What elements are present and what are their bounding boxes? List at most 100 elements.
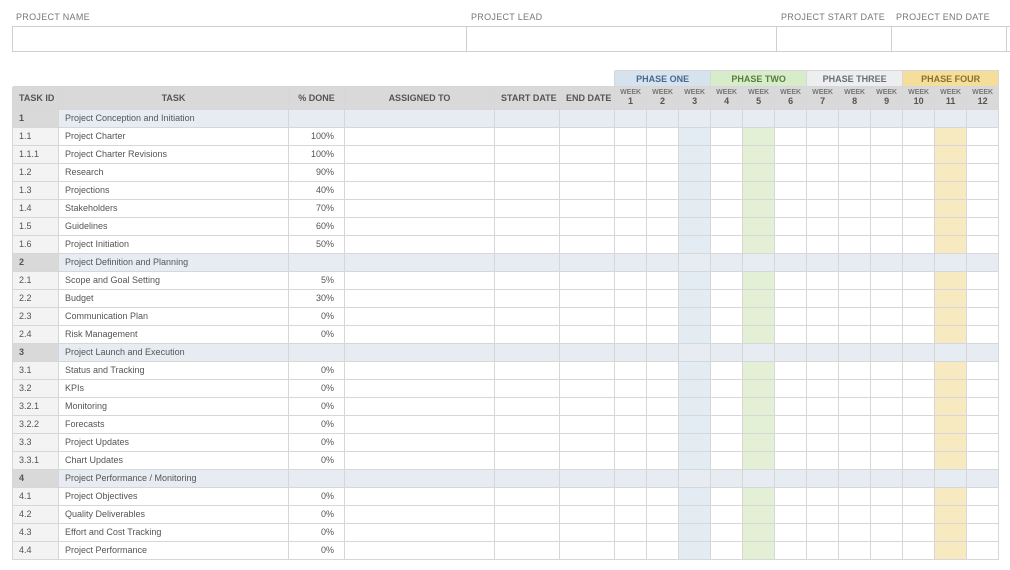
cell-assigned-to[interactable] xyxy=(345,163,495,181)
cell-week-10[interactable] xyxy=(903,541,935,559)
cell-week-8[interactable] xyxy=(839,451,871,469)
cell-task-id[interactable]: 4.2 xyxy=(13,505,59,523)
cell-week-7[interactable] xyxy=(807,199,839,217)
cell-week-1[interactable] xyxy=(615,181,647,199)
cell-task-name[interactable]: KPIs xyxy=(59,379,289,397)
cell-week-12[interactable] xyxy=(967,505,999,523)
cell-task-id[interactable]: 3.3.1 xyxy=(13,451,59,469)
cell-week-1[interactable] xyxy=(615,109,647,127)
cell-week-4[interactable] xyxy=(711,343,743,361)
cell-week-8[interactable] xyxy=(839,469,871,487)
cell-pct-done[interactable]: 100% xyxy=(289,127,345,145)
cell-week-3[interactable] xyxy=(679,361,711,379)
cell-week-10[interactable] xyxy=(903,433,935,451)
cell-week-11[interactable] xyxy=(935,487,967,505)
cell-assigned-to[interactable] xyxy=(345,397,495,415)
cell-week-5[interactable] xyxy=(743,505,775,523)
cell-week-7[interactable] xyxy=(807,235,839,253)
cell-week-3[interactable] xyxy=(679,505,711,523)
cell-start-date[interactable] xyxy=(495,361,560,379)
cell-week-9[interactable] xyxy=(871,523,903,541)
cell-week-9[interactable] xyxy=(871,505,903,523)
cell-week-7[interactable] xyxy=(807,289,839,307)
cell-task-name[interactable]: Project Charter xyxy=(59,127,289,145)
cell-week-10[interactable] xyxy=(903,307,935,325)
cell-end-date[interactable] xyxy=(560,199,615,217)
cell-start-date[interactable] xyxy=(495,127,560,145)
cell-assigned-to[interactable] xyxy=(345,487,495,505)
cell-week-7[interactable] xyxy=(807,451,839,469)
cell-end-date[interactable] xyxy=(560,253,615,271)
cell-week-3[interactable] xyxy=(679,379,711,397)
cell-week-4[interactable] xyxy=(711,541,743,559)
cell-end-date[interactable] xyxy=(560,451,615,469)
cell-task-id[interactable]: 1.5 xyxy=(13,217,59,235)
cell-task-name[interactable]: Status and Tracking xyxy=(59,361,289,379)
cell-week-2[interactable] xyxy=(647,235,679,253)
cell-task-name[interactable]: Quality Deliverables xyxy=(59,505,289,523)
cell-task-id[interactable]: 4.4 xyxy=(13,541,59,559)
cell-week-2[interactable] xyxy=(647,487,679,505)
cell-week-8[interactable] xyxy=(839,235,871,253)
cell-week-9[interactable] xyxy=(871,145,903,163)
cell-week-11[interactable] xyxy=(935,361,967,379)
cell-week-6[interactable] xyxy=(775,253,807,271)
cell-week-10[interactable] xyxy=(903,469,935,487)
cell-week-4[interactable] xyxy=(711,109,743,127)
cell-week-6[interactable] xyxy=(775,361,807,379)
cell-start-date[interactable] xyxy=(495,145,560,163)
cell-week-11[interactable] xyxy=(935,235,967,253)
cell-end-date[interactable] xyxy=(560,325,615,343)
cell-week-9[interactable] xyxy=(871,109,903,127)
cell-week-12[interactable] xyxy=(967,181,999,199)
cell-pct-done[interactable] xyxy=(289,469,345,487)
cell-week-8[interactable] xyxy=(839,145,871,163)
cell-end-date[interactable] xyxy=(560,541,615,559)
cell-task-id[interactable]: 1.4 xyxy=(13,199,59,217)
cell-week-4[interactable] xyxy=(711,199,743,217)
cell-week-7[interactable] xyxy=(807,145,839,163)
cell-week-2[interactable] xyxy=(647,289,679,307)
cell-week-3[interactable] xyxy=(679,415,711,433)
cell-week-9[interactable] xyxy=(871,307,903,325)
cell-week-11[interactable] xyxy=(935,289,967,307)
cell-week-2[interactable] xyxy=(647,523,679,541)
cell-week-5[interactable] xyxy=(743,541,775,559)
cell-week-11[interactable] xyxy=(935,199,967,217)
cell-week-3[interactable] xyxy=(679,289,711,307)
cell-task-name[interactable]: Project Initiation xyxy=(59,235,289,253)
cell-week-7[interactable] xyxy=(807,523,839,541)
cell-week-12[interactable] xyxy=(967,361,999,379)
cell-end-date[interactable] xyxy=(560,271,615,289)
cell-week-8[interactable] xyxy=(839,109,871,127)
cell-pct-done[interactable]: 0% xyxy=(289,397,345,415)
cell-week-5[interactable] xyxy=(743,523,775,541)
cell-end-date[interactable] xyxy=(560,415,615,433)
cell-task-name[interactable]: Research xyxy=(59,163,289,181)
cell-week-2[interactable] xyxy=(647,199,679,217)
cell-week-5[interactable] xyxy=(743,325,775,343)
cell-week-5[interactable] xyxy=(743,217,775,235)
cell-week-6[interactable] xyxy=(775,505,807,523)
cell-week-10[interactable] xyxy=(903,505,935,523)
cell-task-id[interactable]: 3.1 xyxy=(13,361,59,379)
cell-end-date[interactable] xyxy=(560,289,615,307)
cell-task-id[interactable]: 2.1 xyxy=(13,271,59,289)
cell-week-11[interactable] xyxy=(935,325,967,343)
cell-week-10[interactable] xyxy=(903,271,935,289)
cell-week-2[interactable] xyxy=(647,217,679,235)
cell-start-date[interactable] xyxy=(495,415,560,433)
cell-week-9[interactable] xyxy=(871,325,903,343)
cell-week-9[interactable] xyxy=(871,127,903,145)
cell-assigned-to[interactable] xyxy=(345,307,495,325)
cell-pct-done[interactable]: 50% xyxy=(289,235,345,253)
cell-week-5[interactable] xyxy=(743,127,775,145)
cell-week-12[interactable] xyxy=(967,163,999,181)
cell-assigned-to[interactable] xyxy=(345,271,495,289)
cell-week-8[interactable] xyxy=(839,487,871,505)
cell-assigned-to[interactable] xyxy=(345,289,495,307)
cell-week-6[interactable] xyxy=(775,433,807,451)
input-end-date[interactable] xyxy=(892,26,1007,52)
cell-pct-done[interactable]: 0% xyxy=(289,307,345,325)
cell-week-10[interactable] xyxy=(903,217,935,235)
